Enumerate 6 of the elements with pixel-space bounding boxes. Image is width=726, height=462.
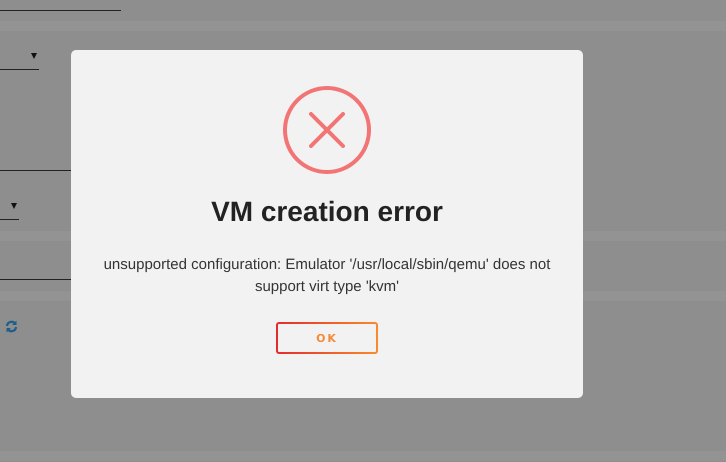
dialog-message: unsupported configuration: Emulator '/usr/local/sbin/qemu' does not support virt type 'kvm' [102,255,552,297]
caret-icon[interactable] [31,53,37,59]
dialog-title: VM creation error [211,196,443,228]
error-icon [283,86,371,174]
ok-button[interactable]: OK [276,322,378,354]
caret-icon[interactable] [11,203,17,209]
